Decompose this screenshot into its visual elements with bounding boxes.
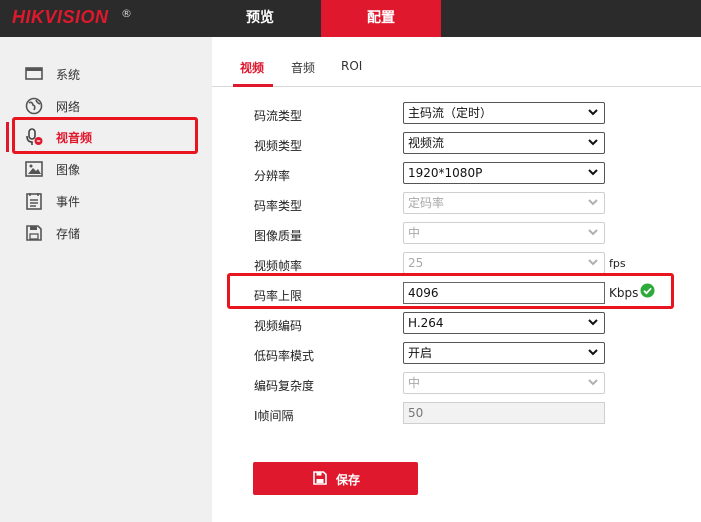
field-label: 图像质量 — [254, 229, 303, 243]
row-resolution: 分辨率 1920*1080P — [254, 162, 694, 186]
registered-mark: ® — [121, 7, 132, 20]
sidebar-item-label: 网络 — [56, 100, 81, 114]
nav-tab-config[interactable]: 配置 — [321, 0, 441, 37]
nav-tab-preview[interactable]: 预览 — [210, 0, 310, 37]
field-label: 编码复杂度 — [254, 379, 315, 393]
sidebar-item-label: 存储 — [56, 227, 81, 241]
tab-audio[interactable]: 音频 — [291, 59, 315, 76]
sidebar-item-label: 事件 — [56, 195, 81, 209]
chevron-down-icon — [588, 199, 598, 206]
row-stream-type: 码流类型 主码流（定时） — [254, 102, 694, 126]
row-frame-rate: 视频帧率 25 fps — [254, 252, 694, 276]
tab-video[interactable]: 视频 — [240, 59, 264, 76]
check-circle-icon — [640, 283, 655, 298]
tab-roi[interactable]: ROI — [341, 59, 362, 73]
field-label: 视频类型 — [254, 139, 303, 153]
sidebar-item-label: 图像 — [56, 163, 81, 177]
sub-tabs: 视频 音频 ROI — [212, 37, 701, 87]
sidebar-item-video-audio[interactable]: 视音频 — [0, 121, 212, 152]
brand-logo: HIKVISION — [12, 7, 109, 27]
sidebar: 系统 网络 视音频 图像 事件 存储 — [0, 37, 212, 522]
field-label: 码率类型 — [254, 199, 303, 213]
event-list-icon — [24, 192, 44, 210]
select-value: 主码流（定时） — [408, 106, 493, 120]
frame-rate-select: 25 — [403, 252, 605, 274]
image-quality-select: 中 — [403, 222, 605, 244]
sidebar-item-system[interactable]: 系统 — [0, 58, 212, 88]
top-bar: HIKVISION ® 预览 配置 — [0, 0, 701, 37]
sidebar-item-label: 视音频 — [56, 131, 93, 145]
select-value: 中 — [408, 376, 421, 390]
low-bitrate-mode-select[interactable]: 开启 — [403, 342, 605, 364]
frame-rate-unit: fps — [609, 257, 626, 270]
floppy-disk-icon — [24, 224, 44, 242]
sidebar-item-event[interactable]: 事件 — [0, 185, 212, 215]
row-i-frame-interval: I帧间隔 50 — [254, 402, 694, 426]
chevron-down-icon — [588, 109, 598, 116]
field-label: 视频帧率 — [254, 259, 303, 273]
select-value: H.264 — [408, 316, 444, 330]
monitor-icon — [24, 65, 44, 83]
field-label: 视频编码 — [254, 319, 303, 333]
row-image-quality: 图像质量 中 — [254, 222, 694, 246]
active-tab-underline — [233, 84, 273, 87]
chevron-down-icon — [588, 259, 598, 266]
row-video-type: 视频类型 视频流 — [254, 132, 694, 156]
row-encoding-complexity: 编码复杂度 中 — [254, 372, 694, 396]
row-max-bitrate: 码率上限 4096 Kbps — [254, 282, 694, 306]
select-value: 开启 — [408, 346, 433, 360]
select-value: 定码率 — [408, 196, 445, 210]
save-button[interactable]: 保存 — [253, 462, 418, 495]
image-icon — [24, 160, 44, 178]
floppy-disk-icon — [313, 471, 327, 485]
row-bitrate-type: 码率类型 定码率 — [254, 192, 694, 216]
field-label: 低码率模式 — [254, 349, 315, 363]
field-label: I帧间隔 — [254, 409, 294, 423]
chevron-down-icon — [588, 229, 598, 236]
chevron-down-icon — [588, 139, 598, 146]
bitrate-type-select: 定码率 — [403, 192, 605, 214]
row-video-encoding: 视频编码 H.264 — [254, 312, 694, 336]
field-label: 码流类型 — [254, 109, 303, 123]
stream-type-select[interactable]: 主码流（定时） — [403, 102, 605, 124]
sidebar-item-label: 系统 — [56, 68, 81, 82]
sidebar-item-storage[interactable]: 存储 — [0, 217, 212, 247]
video-type-select[interactable]: 视频流 — [403, 132, 605, 154]
sidebar-item-image[interactable]: 图像 — [0, 153, 212, 183]
resolution-select[interactable]: 1920*1080P — [403, 162, 605, 184]
row-low-bitrate-mode: 低码率模式 开启 — [254, 342, 694, 366]
video-encoding-select[interactable]: H.264 — [403, 312, 605, 334]
active-indicator — [6, 122, 9, 152]
chevron-down-icon — [588, 319, 598, 326]
select-value: 25 — [408, 256, 424, 270]
chevron-down-icon — [588, 349, 598, 356]
save-button-label: 保存 — [336, 473, 361, 487]
encoding-complexity-select: 中 — [403, 372, 605, 394]
select-value: 1920*1080P — [408, 166, 483, 180]
chevron-down-icon — [588, 169, 598, 176]
field-label: 码率上限 — [254, 289, 303, 303]
field-label: 分辨率 — [254, 169, 291, 183]
microphone-icon — [24, 128, 44, 146]
globe-icon — [24, 97, 44, 115]
max-bitrate-unit: Kbps — [609, 286, 639, 300]
select-value: 视频流 — [408, 136, 445, 150]
chevron-down-icon — [588, 379, 598, 386]
select-value: 中 — [408, 226, 421, 240]
sidebar-item-network[interactable]: 网络 — [0, 90, 212, 120]
max-bitrate-input[interactable]: 4096 — [403, 282, 605, 304]
i-frame-interval-input: 50 — [403, 402, 605, 424]
